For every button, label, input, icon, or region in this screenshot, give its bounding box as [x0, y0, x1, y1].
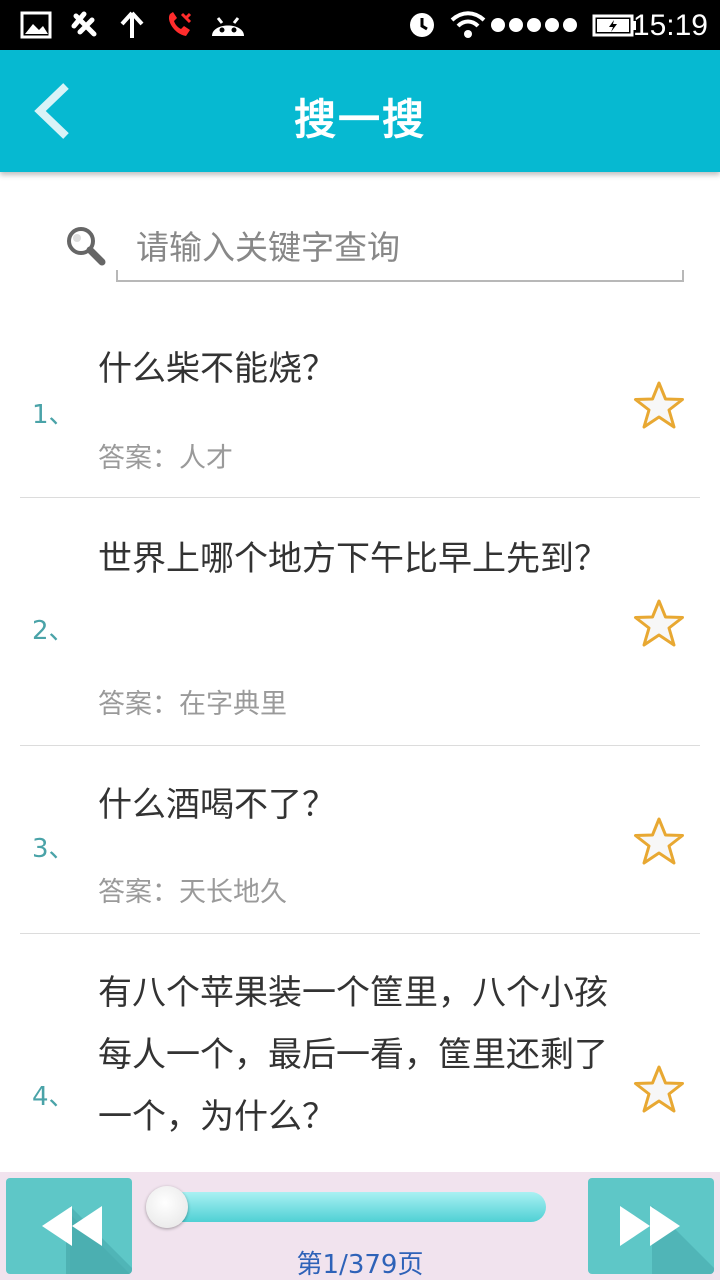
page-slider-knob[interactable] [146, 1186, 188, 1228]
status-time: 15:19 [632, 9, 708, 42]
upload-arrow-icon [120, 11, 144, 38]
usb-debug-icon [71, 11, 97, 37]
favorite-star-icon[interactable] [632, 380, 686, 432]
item-index: 4、 [32, 1082, 75, 1112]
alarm-icon [410, 13, 434, 37]
item-question: 什么酒喝不了？ [98, 785, 336, 825]
riddle-list: 1、 什么柴不能烧？ 答案：人才 2、 世界上哪个地方下午比早上先到？ 答案：在… [0, 310, 720, 1172]
fast-forward-icon [620, 1206, 714, 1274]
list-item[interactable]: 2、 世界上哪个地方下午比早上先到？ 答案：在字典里 [20, 498, 700, 746]
page-title: 搜一搜 [293, 95, 426, 144]
missed-call-icon [168, 12, 192, 36]
item-answer: 答案：天长地久 [98, 877, 287, 908]
item-question: 有八个苹果装一个筐里，八个小孩每人一个，最后一看，筐里还剩了一个，为什么？ [98, 973, 608, 1137]
item-index: 1、 [32, 400, 75, 430]
android-icon [212, 17, 244, 36]
page-slider-track[interactable] [154, 1192, 546, 1222]
status-bar: 15:19 [0, 0, 720, 50]
item-question: 世界上哪个地方下午比早上先到？ [98, 539, 608, 579]
item-answer: 答案：人才 [98, 443, 233, 474]
app-header: 搜一搜 [0, 50, 720, 172]
search-icon [67, 227, 106, 266]
item-question: 什么柴不能烧？ [98, 349, 336, 389]
item-answer: 答案：在字典里 [98, 689, 287, 720]
prev-page-button[interactable] [6, 1178, 132, 1274]
battery-icon [592, 14, 636, 37]
wifi-icon [450, 11, 486, 38]
search-input[interactable] [136, 222, 676, 272]
list-item[interactable]: 1、 什么柴不能烧？ 答案：人才 [20, 310, 700, 498]
item-index: 3、 [32, 834, 75, 864]
next-page-button[interactable] [588, 1178, 714, 1274]
favorite-star-icon[interactable] [632, 598, 686, 650]
item-index: 2、 [32, 616, 75, 646]
rewind-icon [42, 1206, 132, 1274]
page-indicator: 第1/379页 [296, 1250, 424, 1280]
favorite-star-icon[interactable] [632, 816, 686, 868]
signal-dots-icon [491, 18, 577, 32]
pager-bar: 第1/379页 [0, 1172, 720, 1280]
search-field [116, 218, 684, 282]
list-item[interactable]: 4、 有八个苹果装一个筐里，八个小孩每人一个，最后一看，筐里还剩了一个，为什么？ [20, 934, 700, 1172]
gallery-icon [20, 11, 52, 39]
favorite-star-icon[interactable] [632, 1064, 686, 1116]
list-item[interactable]: 3、 什么酒喝不了？ 答案：天长地久 [20, 746, 700, 934]
